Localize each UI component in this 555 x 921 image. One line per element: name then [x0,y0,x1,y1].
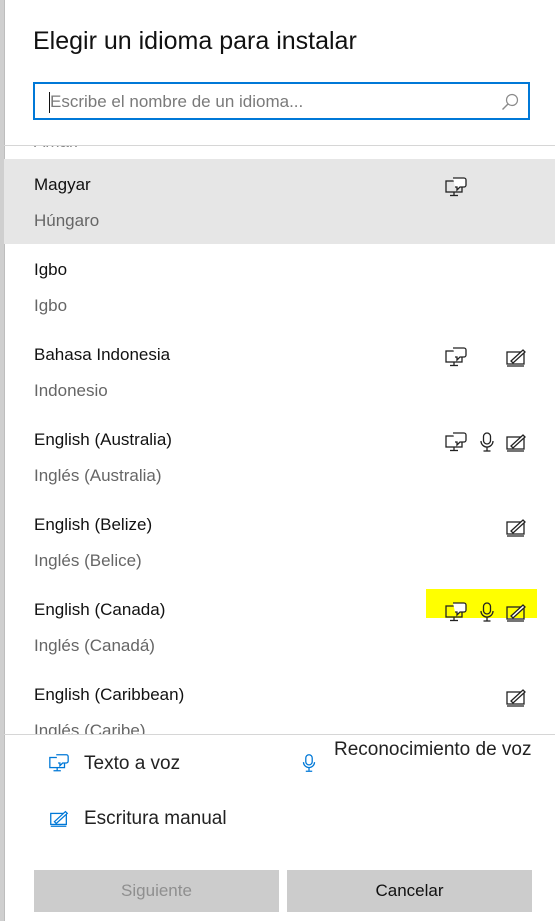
language-native-name: English (Belize) [34,515,153,534]
language-native-name: Magyar [34,175,91,194]
text-to-speech-icon [48,752,70,774]
handwriting-icon [504,346,528,368]
language-translated-name: Inglés (Australia) [34,466,162,485]
handwriting-icon [504,686,528,708]
legend-label: Escritura manual [84,808,227,829]
list-item-english-australia[interactable]: English (Australia) Inglés (Australia) [4,414,555,499]
microphone-icon [475,601,499,623]
search-icon[interactable] [500,92,520,112]
language-native-name: English (Australia) [34,430,172,449]
language-list[interactable]: Amar. Magyar Húngaro Igbo Igbo Bahasa In… [4,146,555,734]
language-translated-name: Igbo [34,296,68,315]
legend-speech-recognition: Reconocimiento de voz [298,736,534,774]
handwriting-icon [48,807,70,829]
handwriting-icon [504,516,528,538]
language-native-name: English (Caribbean) [34,685,185,704]
list-item-magyar[interactable]: Magyar Húngaro [4,159,555,244]
language-native-name: Bahasa Indonesia [34,345,171,364]
text-to-speech-icon [444,176,468,198]
language-translated-name: Inglés (Canadá) [34,636,155,655]
language-native-name: Igbo [34,260,68,279]
legend-label: Texto a voz [84,753,181,774]
list-item-english-canada[interactable]: English (Canada) Inglés (Canadá) [4,584,555,669]
language-translated-name: Indonesio [34,381,108,400]
legend-handwriting: Escritura manual [48,805,227,833]
list-bottom-divider [4,734,555,735]
cancel-button[interactable]: Cancelar [287,870,532,912]
handwriting-icon [504,431,528,453]
text-to-speech-icon [444,601,468,623]
microphone-icon [298,752,320,774]
language-translated-name: Húngaro [34,211,100,230]
next-button[interactable]: Siguiente [34,870,279,912]
search-input[interactable] [50,91,500,113]
legend-text-to-speech: Texto a voz [48,750,180,778]
list-item-partial[interactable]: Amar. [4,146,555,159]
language-install-dialog: Elegir un idioma para instalar Amar. Mag… [0,0,555,921]
dialog-title: Elegir un idioma para instalar [33,27,357,55]
language-native-name: English (Canada) [34,600,166,619]
language-translated-name: Inglés (Caribe) [34,721,146,734]
text-to-speech-icon [444,431,468,453]
list-item-english-caribbean[interactable]: English (Caribbean) Inglés (Caribe) [4,669,555,734]
text-to-speech-icon [444,346,468,368]
language-native-name: Amar. [34,146,78,154]
list-item-english-belize[interactable]: English (Belize) Inglés (Belice) [4,499,555,584]
list-item-bahasa-indonesia[interactable]: Bahasa Indonesia Indonesio [4,329,555,414]
list-item-igbo[interactable]: Igbo Igbo [4,244,555,329]
language-translated-name: Inglés (Belice) [34,551,142,570]
handwriting-icon [504,601,528,623]
text-cursor [49,92,50,113]
search-box[interactable] [33,82,530,120]
microphone-icon [475,431,499,453]
legend-label: Reconocimiento de voz [334,739,532,760]
